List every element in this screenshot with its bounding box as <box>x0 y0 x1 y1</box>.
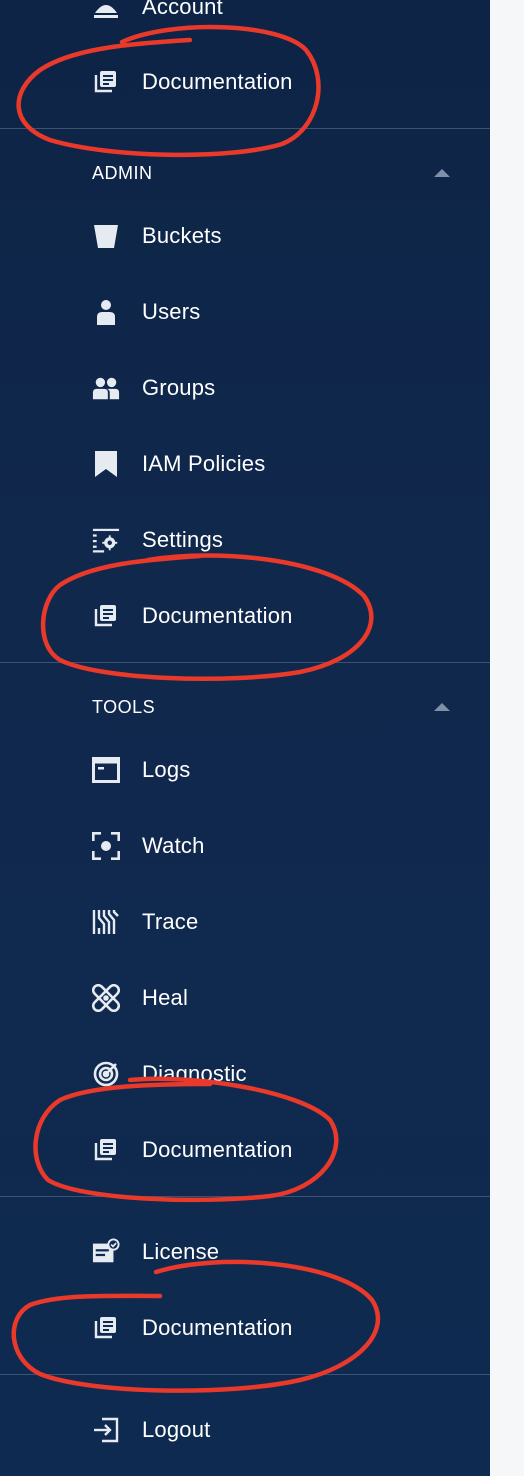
diagnostic-icon <box>92 1060 120 1088</box>
caret-up-icon <box>434 169 450 177</box>
section-title: TOOLS <box>92 696 156 717</box>
sidebar-item-label: Logout <box>142 1417 211 1442</box>
sidebar-item-label: Heal <box>142 985 189 1010</box>
user-icon <box>92 298 120 326</box>
section-title: ADMIN <box>92 162 153 183</box>
sidebar-item-label: Buckets <box>142 223 222 248</box>
divider <box>0 1374 490 1375</box>
sidebar-item-documentation[interactable]: Documentation <box>0 1300 490 1356</box>
bookmark-icon <box>92 450 120 478</box>
logs-icon <box>92 756 120 784</box>
sidebar-item-diagnostic[interactable]: Diagnostic <box>0 1046 490 1102</box>
bucket-icon <box>92 222 120 250</box>
sidebar-item-label: IAM Policies <box>142 451 266 476</box>
divider <box>0 128 490 129</box>
sidebar-item-label: Users <box>142 299 201 324</box>
sidebar-item-label: Documentation <box>142 1315 293 1340</box>
sidebar-item-users[interactable]: Users <box>0 284 490 340</box>
documentation-icon <box>92 68 120 96</box>
sidebar-item-label: Watch <box>142 833 205 858</box>
divider <box>0 662 490 663</box>
trace-icon <box>92 908 120 936</box>
sidebar-item-label: Logs <box>142 757 191 782</box>
sidebar: Account Documentation ADMIN Buckets User… <box>0 0 490 1476</box>
sidebar-item-watch[interactable]: Watch <box>0 818 490 874</box>
divider <box>0 1196 490 1197</box>
groups-icon <box>92 374 120 402</box>
caret-up-icon <box>434 703 450 711</box>
watch-icon <box>92 832 120 860</box>
sidebar-item-label: Settings <box>142 527 224 552</box>
sidebar-item-license[interactable]: License <box>0 1224 490 1280</box>
sidebar-item-label: Documentation <box>142 69 293 94</box>
sidebar-item-label: Documentation <box>142 603 293 628</box>
content-area-edge <box>490 0 524 1476</box>
sidebar-item-label: License <box>142 1239 220 1264</box>
sidebar-item-groups[interactable]: Groups <box>0 360 490 416</box>
sidebar-item-heal[interactable]: Heal <box>0 970 490 1026</box>
sidebar-item-trace[interactable]: Trace <box>0 894 490 950</box>
sidebar-item-documentation[interactable]: Documentation <box>0 588 490 644</box>
sidebar-item-documentation[interactable]: Documentation <box>0 1122 490 1178</box>
section-header-admin[interactable]: ADMIN <box>92 158 450 188</box>
sidebar-item-settings[interactable]: Settings <box>0 512 490 568</box>
documentation-icon <box>92 1314 120 1342</box>
section-header-tools[interactable]: TOOLS <box>92 692 450 722</box>
sidebar-item-label: Diagnostic <box>142 1061 247 1086</box>
sidebar-item-iam-policies[interactable]: IAM Policies <box>0 436 490 492</box>
sidebar-item-label: Groups <box>142 375 216 400</box>
logout-icon <box>92 1416 120 1444</box>
documentation-icon <box>92 1136 120 1164</box>
license-icon <box>92 1238 120 1266</box>
settings-icon <box>92 526 120 554</box>
sidebar-item-label: Account <box>142 0 223 19</box>
sidebar-item-buckets[interactable]: Buckets <box>0 208 490 264</box>
sidebar-item-documentation[interactable]: Documentation <box>0 54 490 110</box>
account-icon <box>92 0 120 21</box>
documentation-icon <box>92 602 120 630</box>
sidebar-item-account[interactable]: Account <box>0 0 490 35</box>
sidebar-item-logout[interactable]: Logout <box>0 1402 490 1458</box>
sidebar-item-label: Trace <box>142 909 199 934</box>
heal-icon <box>92 984 120 1012</box>
sidebar-item-label: Documentation <box>142 1137 293 1162</box>
sidebar-item-logs[interactable]: Logs <box>0 742 490 798</box>
